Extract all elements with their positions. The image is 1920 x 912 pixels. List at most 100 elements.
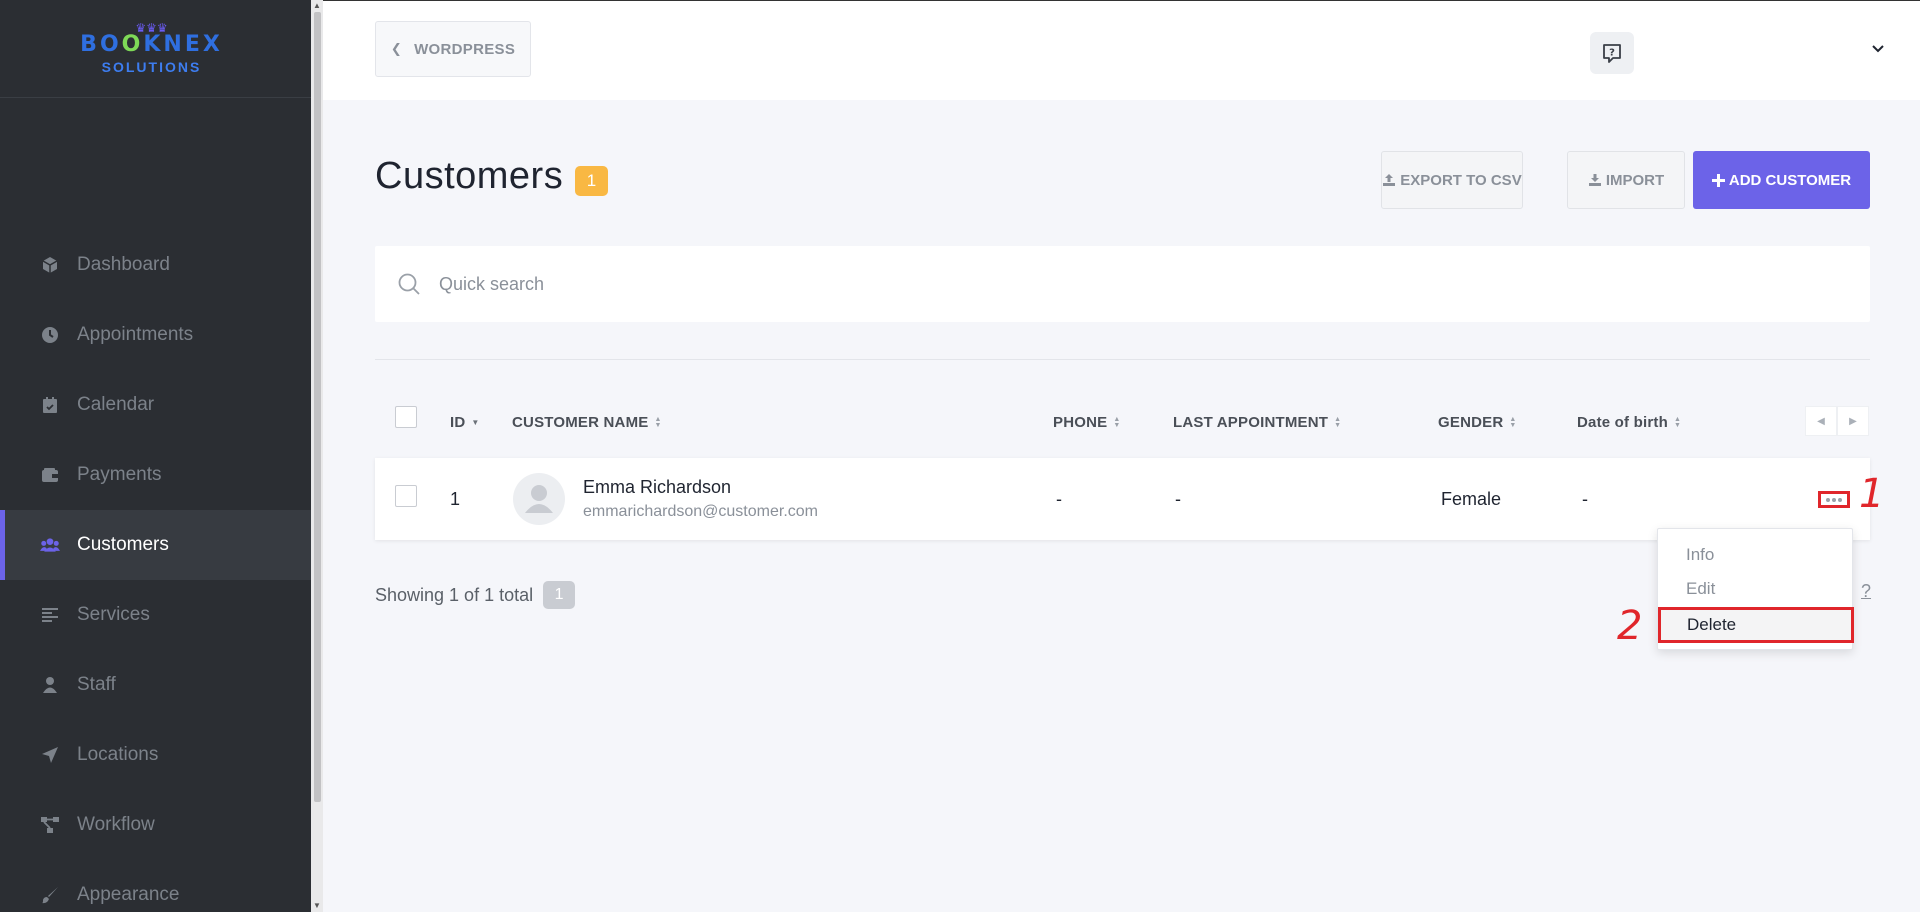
annotation-step-2: 2 [1617,603,1643,649]
wallet-icon [40,465,60,485]
user-menu-chevron-down-icon[interactable] [1868,39,1888,59]
topbar: ❮ WORDPRESS ? [323,0,1920,100]
per-page-help-link[interactable]: ? [1861,581,1871,602]
scroll-up-icon[interactable]: ▲ [313,2,321,10]
column-phone-label: PHONE [1053,414,1108,431]
row-actions-menu: Info Edit Delete [1657,528,1854,650]
scroll-left-button[interactable]: ◀ [1805,406,1837,436]
main-content: Customers 1 EXPORT TO CSV IMPORT ADD CUS… [323,100,1920,912]
sort-icon: ▲ ▼ [1509,415,1517,429]
menu-item-edit[interactable]: Edit [1658,573,1854,605]
sidebar-item-customers[interactable]: Customers [0,510,311,580]
customer-phone: - [1056,488,1062,509]
column-last-appointment-label: LAST APPOINTMENT [1173,414,1329,431]
customer-dob: - [1582,488,1588,509]
sidebar-item-label: Workflow [77,814,155,835]
search-box [375,246,1870,322]
sort-icon: ▲ ▼ [1113,415,1121,429]
download-icon [1588,173,1602,187]
sidebar-item-label: Services [77,604,150,625]
column-dob-label: Date of birth [1577,414,1668,431]
list-icon [40,605,60,625]
more-dot [1832,497,1836,502]
column-date-of-birth[interactable]: Date of birth ▲ ▼ [1577,414,1681,431]
plus-icon [1711,173,1725,187]
logo-subtitle: SOLUTIONS [101,58,202,75]
location-arrow-icon [40,745,60,765]
row-actions-button[interactable] [1818,491,1850,508]
column-last-appointment[interactable]: LAST APPOINTMENT ▲ ▼ [1173,414,1341,431]
avatar [513,473,565,525]
sidebar-item-dashboard[interactable]: Dashboard [0,230,311,300]
select-all-checkbox[interactable] [395,406,417,428]
help-button[interactable]: ? [1590,32,1634,74]
column-id[interactable]: ID ▼ [450,414,480,431]
sidebar-item-label: Staff [77,674,116,695]
column-gender[interactable]: GENDER ▲ ▼ [1438,414,1517,431]
sidebar: ♛♛♛ BOOKNEX SOLUTIONS Dashboard Appointm… [0,0,311,912]
sort-icon: ▲ ▼ [1673,415,1682,429]
import-label: IMPORT [1605,171,1665,189]
svg-text:?: ? [1609,48,1615,59]
column-name-label: CUSTOMER NAME [512,414,649,431]
sort-desc-icon: ▼ [471,417,480,427]
brush-icon [40,885,60,905]
add-customer-button[interactable]: ADD CUSTOMER [1693,151,1870,209]
more-dots-icon [1826,497,1830,502]
help-chat-icon: ? [1603,44,1621,63]
back-to-wordpress-button[interactable]: ❮ WORDPRESS [375,21,531,77]
annotation-step-1: 1 [1859,471,1885,517]
upload-icon [1382,173,1396,187]
customer-count-badge: 1 [575,166,608,196]
sidebar-item-label: Calendar [77,394,155,415]
sidebar-item-label: Dashboard [77,254,170,275]
cube-icon [40,255,60,275]
sidebar-item-services[interactable]: Services [0,580,311,650]
users-icon [40,535,60,555]
scroll-right-button[interactable]: ▶ [1837,406,1869,436]
customer-last-appointment: - [1175,488,1181,509]
sidebar-item-calendar[interactable]: Calendar [0,370,311,440]
row-checkbox[interactable] [395,485,417,507]
sidebar-scrollbar[interactable]: ▲ ▼ [311,0,323,912]
more-dot [1838,497,1842,502]
sidebar-item-payments[interactable]: Payments [0,440,311,510]
column-phone[interactable]: PHONE ▲ ▼ [1053,414,1120,431]
sidebar-item-label: Customers [77,534,169,555]
customer-email: emmarichardson@customer.com [583,503,818,520]
scrollbar-thumb[interactable] [314,12,321,802]
logo-wordmark: BOOKNEX [80,31,223,57]
search-input[interactable] [439,273,1639,295]
sidebar-item-workflow[interactable]: Workflow [0,790,311,860]
sidebar-item-locations[interactable]: Locations [0,720,311,790]
showing-text: Showing 1 of 1 total [375,584,534,605]
customer-name[interactable]: Emma Richardson [583,477,731,498]
showing-count-badge: 1 [543,581,576,609]
pagination-summary: Showing 1 of 1 total 1 [375,581,576,609]
table-row[interactable]: 1 Emma Richardson emmarichardson@custome… [375,458,1870,540]
export-csv-button[interactable]: EXPORT TO CSV [1381,151,1523,209]
menu-item-delete[interactable]: Delete [1658,607,1854,643]
column-customer-name[interactable]: CUSTOMER NAME ▲ ▼ [512,414,662,431]
scroll-down-icon[interactable]: ▼ [313,902,321,910]
import-button[interactable]: IMPORT [1567,151,1685,209]
logo[interactable]: ♛♛♛ BOOKNEX SOLUTIONS [0,0,311,98]
customer-id: 1 [450,488,461,509]
sidebar-item-staff[interactable]: Staff [0,650,311,720]
clock-icon [40,325,60,345]
sidebar-item-label: Appearance [77,884,180,905]
table-header: ID ▼ CUSTOMER NAME ▲ ▼ PHONE ▲ ▼ LAST APPO… [375,400,1870,446]
add-customer-label: ADD CUSTOMER [1728,171,1852,189]
user-placeholder-icon [525,485,553,513]
sidebar-nav: Dashboard Appointments Calendar Payments… [0,230,311,912]
search-icon [397,272,421,296]
caret-right-icon: ▶ [1849,415,1857,427]
wordpress-label: WORDPRESS [414,40,516,58]
sidebar-item-appointments[interactable]: Appointments [0,300,311,370]
page-title: Customers [375,155,564,197]
sidebar-item-label: Payments [77,464,162,485]
sidebar-item-appearance[interactable]: Appearance [0,860,311,912]
menu-item-info[interactable]: Info [1658,539,1854,571]
user-icon [40,675,60,695]
sort-icon: ▲ ▼ [654,415,662,429]
